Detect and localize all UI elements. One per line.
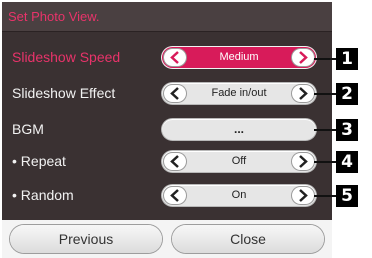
- chevron-left-icon: [170, 155, 179, 168]
- row-random: • Random On: [2, 180, 332, 210]
- chevron-right-icon: [299, 51, 308, 64]
- random-control: On: [162, 185, 316, 206]
- callout-badge-5: 5: [336, 185, 358, 207]
- slideshow-speed-label: Slideshow Speed: [12, 49, 121, 65]
- row-bgm: BGM ...: [2, 114, 332, 144]
- slideshow-effect-prev-button[interactable]: [164, 85, 186, 102]
- row-repeat: • Repeat Off: [2, 146, 332, 176]
- callout-line-1: [314, 58, 336, 60]
- row-slideshow-effect: Slideshow Effect Fade in/out: [2, 78, 332, 108]
- chevron-left-icon: [170, 189, 179, 202]
- random-label: • Random: [12, 187, 74, 203]
- dialog-title: Set Photo View.: [2, 2, 332, 32]
- callout-badge-3: 3: [336, 119, 358, 141]
- chevron-right-icon: [299, 189, 308, 202]
- settings-panel: Set Photo View. Slideshow Speed Medium S…: [2, 2, 332, 220]
- repeat-prev-button[interactable]: [164, 153, 186, 170]
- slideshow-speed-next-button[interactable]: [292, 49, 314, 66]
- slideshow-effect-control: Fade in/out: [162, 83, 316, 104]
- slideshow-speed-value: Medium: [219, 51, 259, 63]
- button-bar: Previous Close: [2, 220, 332, 258]
- row-slideshow-speed: Slideshow Speed Medium: [2, 42, 332, 72]
- callout-line-3: [314, 129, 336, 131]
- bgm-label: BGM: [12, 121, 44, 137]
- chevron-right-icon: [299, 155, 308, 168]
- repeat-control: Off: [162, 151, 316, 172]
- bgm-value: ...: [233, 122, 244, 136]
- close-button[interactable]: Close: [172, 225, 324, 253]
- random-next-button[interactable]: [292, 187, 314, 204]
- chevron-right-icon: [299, 87, 308, 100]
- chevron-left-icon: [170, 87, 179, 100]
- slideshow-speed-prev-button[interactable]: [164, 49, 186, 66]
- callout-badge-1: 1: [336, 48, 358, 70]
- previous-button[interactable]: Previous: [10, 225, 162, 253]
- slideshow-speed-control: Medium: [162, 47, 316, 68]
- repeat-label: • Repeat: [12, 153, 66, 169]
- callout-line-5: [314, 195, 336, 197]
- callout-badge-2: 2: [336, 83, 358, 105]
- slideshow-effect-label: Slideshow Effect: [12, 85, 116, 101]
- callout-line-2: [314, 93, 336, 95]
- callout-line-4: [314, 161, 336, 163]
- slideshow-effect-next-button[interactable]: [292, 85, 314, 102]
- slideshow-effect-value: Fade in/out: [211, 87, 267, 99]
- chevron-left-icon: [170, 51, 179, 64]
- repeat-value: Off: [231, 155, 247, 167]
- random-prev-button[interactable]: [164, 187, 186, 204]
- photo-view-dialog: Set Photo View. Slideshow Speed Medium S…: [0, 0, 332, 258]
- random-value: On: [231, 189, 247, 201]
- callout-badge-4: 4: [336, 151, 358, 173]
- repeat-next-button[interactable]: [292, 153, 314, 170]
- bgm-select-button[interactable]: ...: [162, 119, 316, 140]
